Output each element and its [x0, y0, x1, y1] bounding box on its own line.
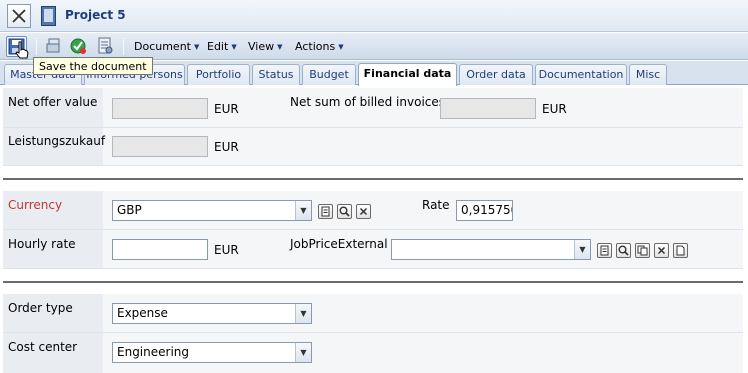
- document-icon: [41, 6, 56, 26]
- tab-documentation[interactable]: Documentation: [535, 64, 627, 85]
- document-icon: [321, 206, 330, 217]
- hourly-rate-field[interactable]: [112, 239, 208, 260]
- currency-label: Currency: [8, 198, 63, 212]
- menu-edit[interactable]: Edit ▼: [207, 40, 237, 53]
- close-icon: [359, 207, 368, 216]
- order-type-label: Order type: [8, 301, 73, 315]
- tab-order-data[interactable]: Order data: [459, 64, 533, 85]
- toolbar-separator: [123, 38, 124, 55]
- order-type-row: Order type Expense ▼: [3, 294, 743, 333]
- net-offer-value-row: Net offer value EUR Net sum of billed in…: [3, 88, 743, 128]
- copy-button[interactable]: [635, 243, 650, 258]
- close-icon: [657, 246, 666, 255]
- currency-row: Currency GBP ▼ Rate 0,915750: [3, 191, 743, 230]
- order-type-select[interactable]: Expense ▼: [112, 303, 312, 324]
- chevron-down-icon: ▼: [277, 43, 283, 51]
- chevron-down-icon[interactable]: ▼: [574, 240, 590, 259]
- close-icon: [12, 9, 26, 23]
- open-record-button[interactable]: [597, 243, 612, 258]
- hourly-rate-row: Hourly rate EUR JobPriceExternal ▼: [3, 230, 743, 269]
- copy-icon: [46, 38, 60, 53]
- clear-button[interactable]: [356, 204, 371, 219]
- section-divider: [3, 281, 743, 283]
- chevron-down-icon[interactable]: ▼: [295, 343, 311, 362]
- menu-document[interactable]: Document ▼: [134, 40, 199, 53]
- toolbar-separator: [36, 38, 37, 55]
- leistungszukauf-field[interactable]: [112, 136, 208, 157]
- hourly-rate-label: Hourly rate: [8, 237, 76, 251]
- clear-button[interactable]: [654, 243, 669, 258]
- close-button[interactable]: [7, 4, 31, 28]
- unit-label: EUR: [214, 102, 239, 116]
- tab-financial-data[interactable]: Financial data: [358, 63, 457, 86]
- chevron-down-icon: ▼: [231, 43, 237, 51]
- search-button[interactable]: [616, 243, 631, 258]
- leistungszukauf-row: Leistungszukauf EUR: [3, 128, 743, 166]
- print-icon: [98, 37, 113, 54]
- unit-label: EUR: [214, 140, 239, 154]
- financial-data-panel: Net offer value EUR Net sum of billed in…: [0, 86, 748, 373]
- check-button[interactable]: [69, 37, 87, 55]
- toolbar: Document ▼ Edit ▼ View ▼ Actions ▼: [0, 33, 748, 60]
- rate-field[interactable]: 0,915750: [456, 200, 513, 221]
- net-offer-value-field[interactable]: [112, 98, 208, 119]
- chevron-down-icon[interactable]: ▼: [295, 201, 311, 220]
- tab-status[interactable]: Status: [252, 64, 300, 85]
- search-icon: [618, 245, 629, 256]
- section-divider: [3, 178, 743, 180]
- print-preview-button[interactable]: [96, 37, 114, 55]
- window-title: Project 5: [65, 8, 126, 22]
- net-offer-value-label: Net offer value: [8, 95, 98, 109]
- search-button[interactable]: [337, 204, 352, 219]
- title-bar: Project 5: [0, 0, 748, 32]
- new-document-button[interactable]: [673, 243, 688, 258]
- cost-center-label: Cost center: [8, 340, 78, 354]
- search-icon: [339, 206, 350, 217]
- rate-label: Rate: [422, 198, 450, 212]
- chevron-down-icon[interactable]: ▼: [295, 304, 311, 323]
- job-price-external-select[interactable]: ▼: [391, 239, 591, 260]
- net-sum-billed-label: Net sum of billed invoices: [290, 95, 446, 109]
- menu-actions[interactable]: Actions ▼: [295, 40, 344, 53]
- job-price-external-label: JobPriceExternal: [290, 237, 388, 251]
- cost-center-row: Cost center Engineering ▼: [3, 333, 743, 373]
- open-record-button[interactable]: [318, 204, 333, 219]
- tab-misc[interactable]: Misc: [629, 64, 667, 85]
- check-icon: [70, 38, 86, 54]
- tab-portfolio[interactable]: Portfolio: [187, 64, 250, 85]
- unit-label: EUR: [542, 102, 567, 116]
- leistungszukauf-label: Leistungszukauf: [8, 134, 106, 148]
- chevron-down-icon: ▼: [338, 43, 344, 51]
- document-icon: [600, 245, 609, 256]
- tooltip: Save the document: [33, 57, 153, 75]
- copy-icon: [637, 245, 648, 256]
- copy-button[interactable]: [45, 37, 63, 55]
- chevron-down-icon: ▼: [194, 43, 200, 51]
- cost-center-select[interactable]: Engineering ▼: [112, 342, 312, 363]
- hand-cursor-icon: [14, 41, 30, 64]
- currency-select[interactable]: GBP ▼: [112, 200, 312, 221]
- net-sum-billed-field[interactable]: [440, 98, 536, 119]
- unit-label: EUR: [214, 243, 239, 257]
- menu-view[interactable]: View ▼: [248, 40, 283, 53]
- new-document-icon: [676, 245, 685, 256]
- tab-budget[interactable]: Budget: [302, 64, 356, 85]
